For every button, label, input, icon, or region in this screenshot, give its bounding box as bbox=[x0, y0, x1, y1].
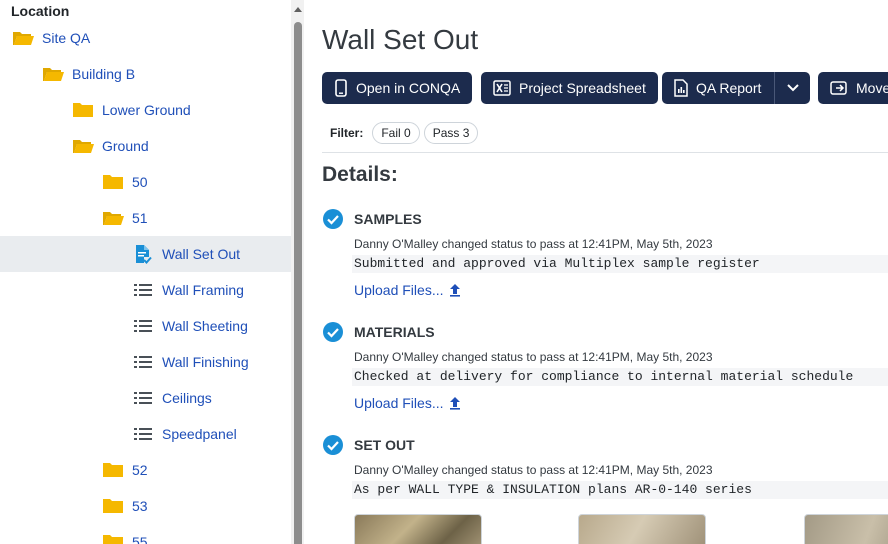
tree-item-55[interactable]: 55 bbox=[0, 524, 291, 544]
move-icon bbox=[830, 80, 848, 96]
tree-item-ceilings[interactable]: Ceilings bbox=[0, 380, 291, 416]
project-spreadsheet-label: Project Spreadsheet bbox=[519, 80, 646, 96]
checked-document-icon bbox=[132, 245, 154, 264]
upload-icon bbox=[450, 397, 461, 410]
tree-item-label: 53 bbox=[132, 498, 148, 514]
filter-label: Filter: bbox=[330, 126, 364, 140]
checklist-section-set-out: SET OUT Danny O'Malley changed status to… bbox=[322, 433, 888, 499]
status-change-text: Danny O'Malley changed status to pass at… bbox=[354, 463, 713, 477]
qa-report-dropdown-button[interactable] bbox=[774, 72, 810, 104]
tree-item-wall-framing[interactable]: Wall Framing bbox=[0, 272, 291, 308]
tree-item-wall-set-out[interactable]: Wall Set Out bbox=[0, 236, 291, 272]
section-title: SET OUT bbox=[354, 437, 415, 453]
qa-report-label: QA Report bbox=[696, 80, 762, 96]
tree-item-label: Wall Set Out bbox=[162, 246, 241, 262]
tree-item-label: Wall Finishing bbox=[162, 354, 249, 370]
tree-item-53[interactable]: 53 bbox=[0, 488, 291, 524]
tree-item-label: Wall Sheeting bbox=[162, 318, 248, 334]
upload-icon bbox=[450, 284, 461, 297]
tree-item-speedpanel[interactable]: Speedpanel bbox=[0, 416, 291, 452]
tree-item-label: 52 bbox=[132, 462, 148, 478]
tree-item-label: Building B bbox=[72, 66, 136, 82]
tree-item-51[interactable]: 51 bbox=[0, 200, 291, 236]
tree-item-label: 51 bbox=[132, 210, 148, 226]
move-button[interactable]: Move bbox=[818, 72, 888, 104]
tree-item-wall-finishing[interactable]: Wall Finishing bbox=[0, 344, 291, 380]
check-circle-icon bbox=[323, 209, 343, 229]
list-icon bbox=[132, 353, 154, 371]
move-label: Move bbox=[856, 80, 888, 96]
tree-item-label: Ceilings bbox=[162, 390, 212, 406]
section-note: Submitted and approved via Multiplex sam… bbox=[352, 255, 888, 273]
section-title: MATERIALS bbox=[354, 324, 435, 340]
status-change-text: Danny O'Malley changed status to pass at… bbox=[354, 350, 713, 364]
folder-icon bbox=[102, 533, 124, 544]
photo-thumbnail[interactable] bbox=[804, 514, 888, 544]
tree-item-ground[interactable]: Ground bbox=[0, 128, 291, 164]
list-icon bbox=[132, 389, 154, 407]
tree-item-label: Ground bbox=[102, 138, 149, 154]
tree-item-label: Wall Framing bbox=[162, 282, 244, 298]
filter-fail-pill[interactable]: Fail 0 bbox=[372, 122, 420, 144]
section-title: SAMPLES bbox=[354, 211, 422, 227]
photo-thumbnail[interactable] bbox=[578, 514, 706, 544]
checklist-section-samples: SAMPLES Danny O'Malley changed status to… bbox=[322, 207, 888, 298]
tree-item-label: 50 bbox=[132, 174, 148, 190]
main-content: Wall Set Out Open in CONQA Project Sprea… bbox=[304, 0, 888, 544]
list-icon bbox=[132, 281, 154, 299]
open-in-conqa-button[interactable]: Open in CONQA bbox=[322, 72, 473, 104]
upload-files-label: Upload Files... bbox=[354, 395, 444, 411]
scroll-up-arrow-icon[interactable] bbox=[292, 4, 303, 14]
filter-bar: Filter: Fail 0 Pass 3 bbox=[330, 122, 482, 144]
list-icon bbox=[132, 317, 154, 335]
folder-open-icon bbox=[72, 137, 94, 155]
tree-item-label: Site QA bbox=[42, 30, 91, 46]
tree-item-building-b[interactable]: Building B bbox=[0, 56, 291, 92]
folder-open-icon bbox=[12, 29, 34, 47]
status-change-text: Danny O'Malley changed status to pass at… bbox=[354, 237, 713, 251]
tree-item-label: Lower Ground bbox=[102, 102, 191, 118]
qa-report-button[interactable]: QA Report bbox=[662, 72, 775, 104]
folder-icon bbox=[72, 101, 94, 119]
tree-item-50[interactable]: 50 bbox=[0, 164, 291, 200]
checklist-section-materials: MATERIALS Danny O'Malley changed status … bbox=[322, 320, 888, 411]
upload-files-link[interactable]: Upload Files... bbox=[354, 282, 888, 298]
photo-thumbnail[interactable] bbox=[354, 514, 482, 544]
upload-files-link[interactable]: Upload Files... bbox=[354, 395, 888, 411]
section-note: As per WALL TYPE & INSULATION plans AR-0… bbox=[352, 481, 888, 499]
folder-icon bbox=[102, 497, 124, 515]
check-circle-icon bbox=[323, 435, 343, 455]
project-spreadsheet-button[interactable]: Project Spreadsheet bbox=[481, 72, 658, 104]
report-chart-icon bbox=[674, 79, 688, 97]
sidebar-scroll-thumb[interactable] bbox=[294, 22, 302, 544]
open-in-conqa-label: Open in CONQA bbox=[356, 80, 461, 96]
tree-item-lower-ground[interactable]: Lower Ground bbox=[0, 92, 291, 128]
upload-files-label: Upload Files... bbox=[354, 282, 444, 298]
folder-open-icon bbox=[42, 65, 64, 83]
folder-icon bbox=[102, 173, 124, 191]
tree-item-site-qa[interactable]: Site QA bbox=[0, 20, 291, 56]
check-circle-icon bbox=[323, 322, 343, 342]
tree-item-wall-sheeting[interactable]: Wall Sheeting bbox=[0, 308, 291, 344]
section-note: Checked at delivery for compliance to in… bbox=[352, 368, 888, 386]
mobile-icon bbox=[334, 79, 348, 97]
sidebar-title: Location bbox=[11, 3, 70, 19]
page-title: Wall Set Out bbox=[322, 24, 479, 55]
tree-item-label: 55 bbox=[132, 534, 148, 544]
list-icon bbox=[132, 425, 154, 443]
tree-item-label: Speedpanel bbox=[162, 426, 237, 442]
spreadsheet-icon bbox=[493, 80, 511, 96]
folder-icon bbox=[102, 461, 124, 479]
divider bbox=[322, 152, 888, 153]
filter-pass-pill[interactable]: Pass 3 bbox=[423, 122, 479, 144]
chevron-down-icon bbox=[786, 84, 799, 92]
tree-item-52[interactable]: 52 bbox=[0, 452, 291, 488]
folder-open-icon bbox=[102, 209, 124, 227]
details-heading: Details: bbox=[322, 163, 398, 186]
location-tree-panel: Location Site QA Building B Lower Ground… bbox=[0, 0, 304, 544]
